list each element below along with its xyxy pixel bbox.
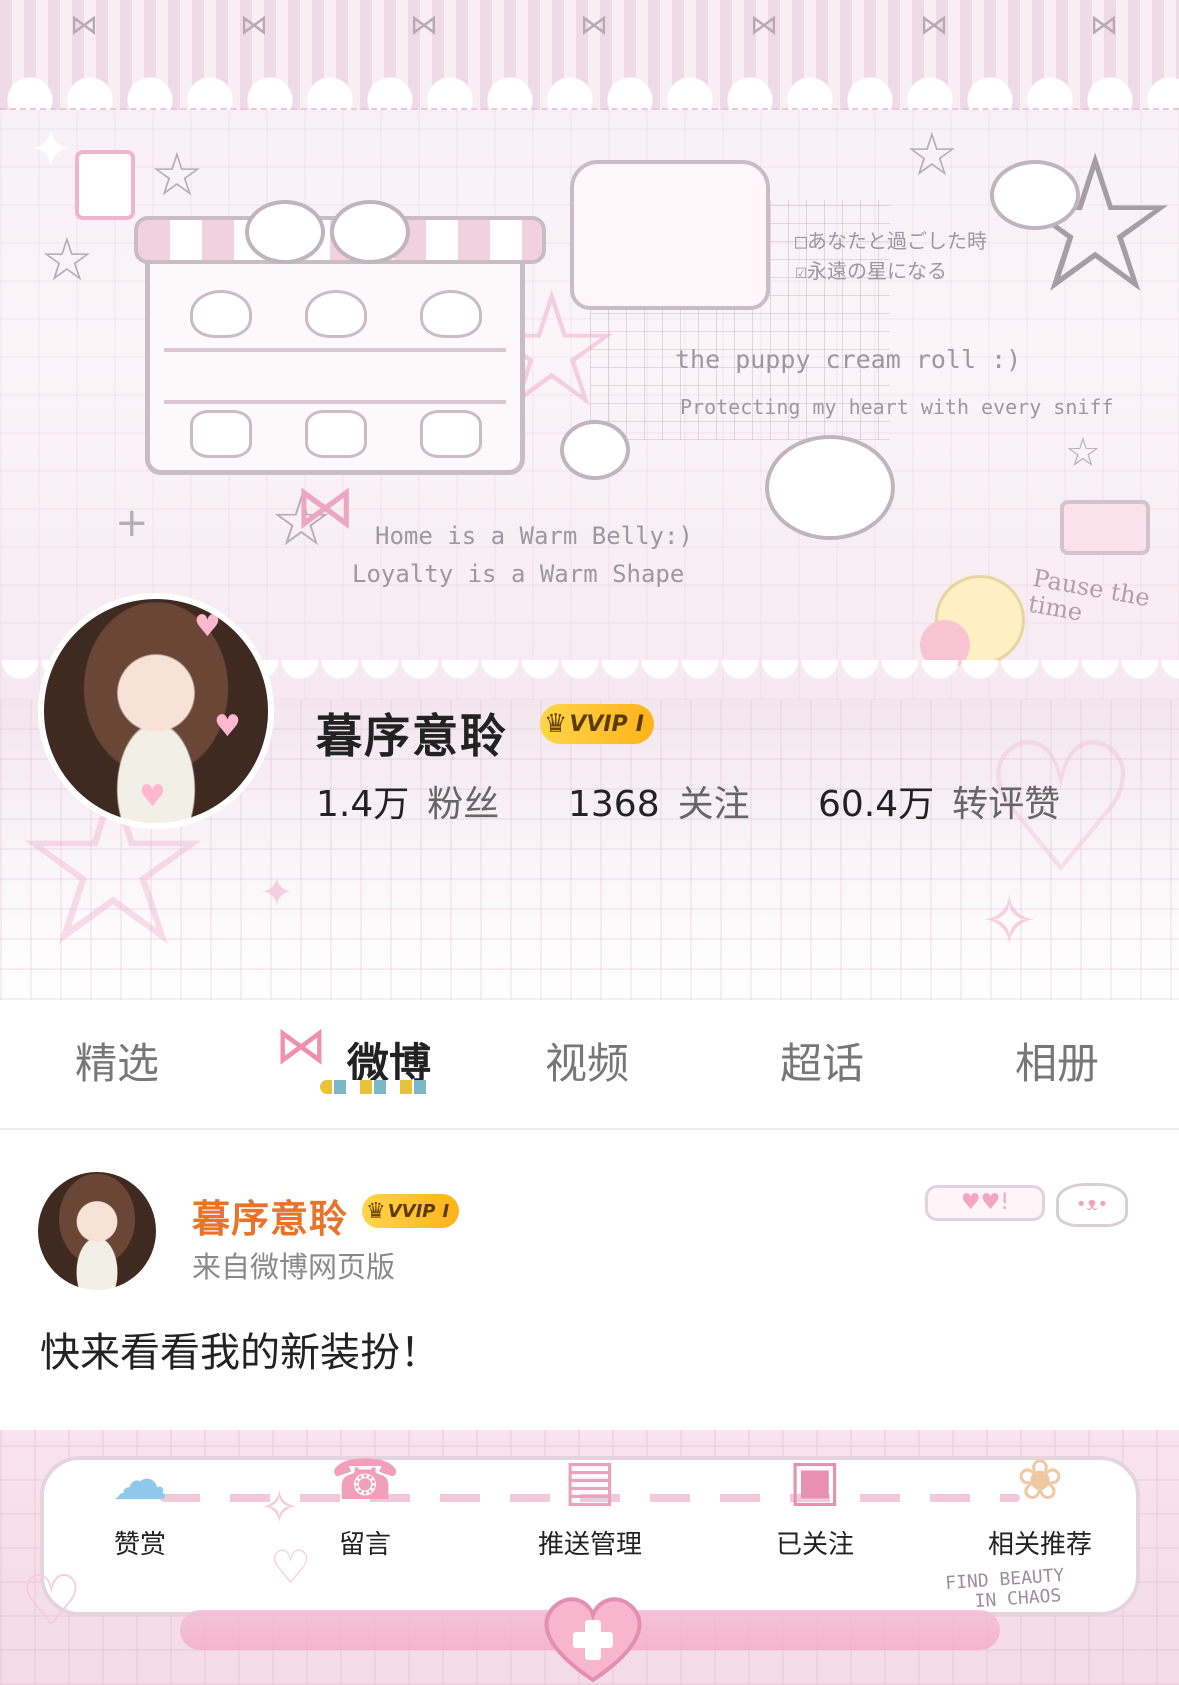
cake-slice-icon xyxy=(420,410,482,458)
post-card[interactable] xyxy=(0,1132,1179,1432)
post-author[interactable]: 暮序意聆 xyxy=(192,1188,348,1243)
vvip-label: VVIP xyxy=(569,711,628,737)
heart-chat-sticker-icon: ♥♥! xyxy=(925,1185,1045,1221)
followers-count: 1.4万 xyxy=(316,784,410,825)
vvip-badge[interactable]: ♛ VVIP I xyxy=(540,704,654,744)
crown-icon: ♛ xyxy=(366,1198,386,1224)
book-stack-icon: ▤ xyxy=(563,1448,617,1513)
cupcake-icon xyxy=(190,410,252,458)
likes-stat[interactable]: 60.4万 转评赞 xyxy=(818,775,1060,827)
tab-album[interactable]: 相册 xyxy=(1015,1030,1099,1091)
basket-illustration xyxy=(570,160,770,310)
tab-video[interactable]: 视频 xyxy=(545,1030,629,1091)
reward-button[interactable]: ☁ 赞赏 xyxy=(50,1446,230,1561)
followers-stat[interactable]: 1.4万 粉丝 xyxy=(316,775,499,827)
push-settings-button[interactable]: ▤ 推送管理 xyxy=(500,1446,680,1561)
heart-icon: ♡ xyxy=(20,1560,83,1642)
star-icon: ☆ xyxy=(150,140,204,210)
vvip-label: VVIP xyxy=(387,1200,436,1222)
rainbow-icon: ☁ xyxy=(112,1448,168,1513)
profile-tabs: 精选 微博 视频 超话 相册 xyxy=(0,1010,1179,1130)
sparkle-icon: ✦ xyxy=(260,870,294,916)
recommendations-label: 相关推荐 xyxy=(987,1530,1092,1560)
lace-border: ⋈ ⋈ ⋈ ⋈ ⋈ ⋈ ⋈ xyxy=(0,0,1179,110)
jp-line-1: □あなたと過ごした時 xyxy=(795,229,988,253)
telephone-icon: ☎ xyxy=(330,1448,400,1513)
shop-shelf xyxy=(164,348,506,352)
puppy-icon xyxy=(245,200,325,264)
heart-icon: ♥ xyxy=(214,709,241,744)
following-count: 1368 xyxy=(568,784,660,825)
sparkle-icon: ✦ xyxy=(30,120,72,178)
pause-the-time-badge: Pause the time xyxy=(1026,563,1153,627)
puppy-icon xyxy=(765,435,895,540)
star-icon: ☆ xyxy=(40,225,94,295)
shop-shelf xyxy=(164,400,506,404)
bow-icon: ⋈ xyxy=(70,8,98,41)
jar-icon xyxy=(420,290,482,338)
heart-cross-icon xyxy=(544,1597,642,1683)
ribbon-bow-icon: ⋈ xyxy=(295,472,355,542)
vvip-level: I xyxy=(635,711,644,737)
jar-icon xyxy=(190,290,252,338)
recommendations-button[interactable]: ❀ 相关推荐 xyxy=(950,1446,1130,1561)
game-console-icon: ▣ xyxy=(788,1448,842,1513)
banner-handwriting-2: Loyalty is a Warm Shape xyxy=(352,560,685,588)
likes-label: 转评赞 xyxy=(952,784,1061,825)
profile-username[interactable]: 暮序意聆 xyxy=(316,700,508,766)
banner-handwriting-1: Home is a Warm Belly:) xyxy=(375,522,693,550)
puppy-icon xyxy=(560,420,630,480)
dessert-shop-illustration xyxy=(134,216,546,475)
heart-icon: ♡ xyxy=(270,1540,312,1594)
bow-icon: ⋈ xyxy=(240,8,268,41)
puppy-subtitle: Protecting my heart with every sniff xyxy=(680,395,1114,419)
following-button-label: 已关注 xyxy=(775,1530,854,1560)
push-settings-label: 推送管理 xyxy=(537,1530,642,1560)
post-source: 来自微博网页版 xyxy=(192,1250,396,1284)
plus-icon: + xyxy=(115,500,149,546)
puppy-icon xyxy=(990,160,1080,230)
sparkle-icon: ✧ xyxy=(980,880,1039,962)
following-stat[interactable]: 1368 关注 xyxy=(568,775,750,827)
heart-icon: ♥ xyxy=(194,609,221,644)
active-tab-indicator xyxy=(320,1080,440,1094)
tab-featured[interactable]: 精选 xyxy=(75,1030,159,1091)
star-icon: ☆ xyxy=(1065,430,1101,476)
post-avatar[interactable] xyxy=(38,1172,156,1290)
heart-icon: ♥ xyxy=(139,779,166,814)
find-beauty-text: FIND BEAUTY IN CHAOS xyxy=(945,1565,1067,1614)
ribbon-bow-icon: ⋈ xyxy=(275,1016,327,1076)
post-text[interactable]: 快来看看我的新装扮！ xyxy=(40,1320,440,1378)
cake-slice-icon xyxy=(1060,500,1150,555)
crown-icon: ♛ xyxy=(544,709,568,739)
tab-super-topic[interactable]: 超话 xyxy=(780,1030,864,1091)
vvip-level: I xyxy=(442,1200,450,1222)
bow-icon: ⋈ xyxy=(410,8,438,41)
reward-label: 赞赏 xyxy=(113,1530,166,1560)
followers-label: 粉丝 xyxy=(427,784,500,825)
calendar-icon xyxy=(75,150,135,220)
star-icon: ☆ xyxy=(905,120,959,190)
bow-icon: ⋈ xyxy=(1090,8,1118,41)
following-label: 关注 xyxy=(677,784,750,825)
sparkle-icon: ✧ xyxy=(260,1480,299,1534)
puppy-title: the puppy cream roll :) xyxy=(675,345,1022,374)
bow-icon: ⋈ xyxy=(920,8,948,41)
bear-in-cap-icon: ❀ xyxy=(1016,1448,1064,1513)
cat-face-icon: •ᴥ• xyxy=(1056,1183,1128,1227)
bow-icon: ⋈ xyxy=(750,8,778,41)
jp-line-2: ☑永遠の星になる xyxy=(795,259,948,283)
vvip-badge[interactable]: ♛ VVIP I xyxy=(362,1194,460,1228)
jar-icon xyxy=(305,290,367,338)
likes-count: 60.4万 xyxy=(818,784,935,825)
puppy-icon xyxy=(330,200,410,264)
profile-avatar[interactable]: ♥ ♥ ♥ xyxy=(38,593,274,829)
following-button[interactable]: ▣ 已关注 xyxy=(725,1446,905,1561)
bow-icon: ⋈ xyxy=(580,8,608,41)
cake-icon xyxy=(305,410,367,458)
